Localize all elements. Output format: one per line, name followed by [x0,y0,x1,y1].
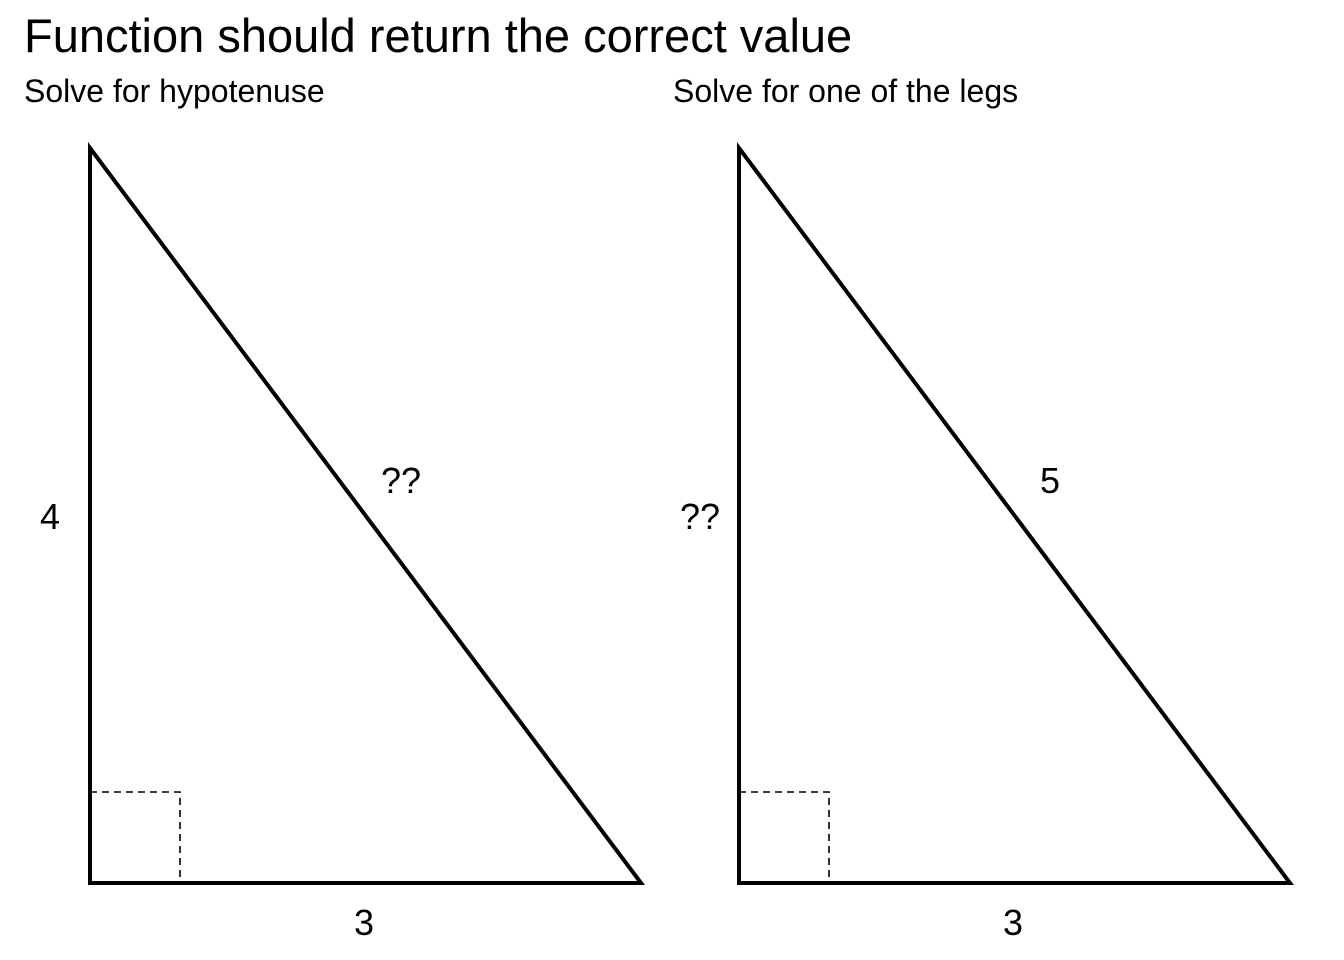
left-horizontal-leg-label: 3 [354,902,374,943]
right-vertical-leg-label: ?? [680,496,720,537]
panel-right: ?? 3 5 [680,141,1294,943]
left-triangle [88,141,645,885]
panel-left: 4 3 ?? [40,141,645,943]
right-horizontal-leg-label: 3 [1003,902,1023,943]
left-right-angle-marker [90,791,181,883]
right-hypotenuse-label: 5 [1040,460,1060,501]
triangle-diagrams: 4 3 ?? ?? 3 5 [40,141,1294,943]
right-triangle [737,141,1294,885]
right-right-angle-marker [739,791,830,883]
left-vertical-leg-label: 4 [40,496,60,537]
left-hypotenuse-label: ?? [381,460,421,501]
